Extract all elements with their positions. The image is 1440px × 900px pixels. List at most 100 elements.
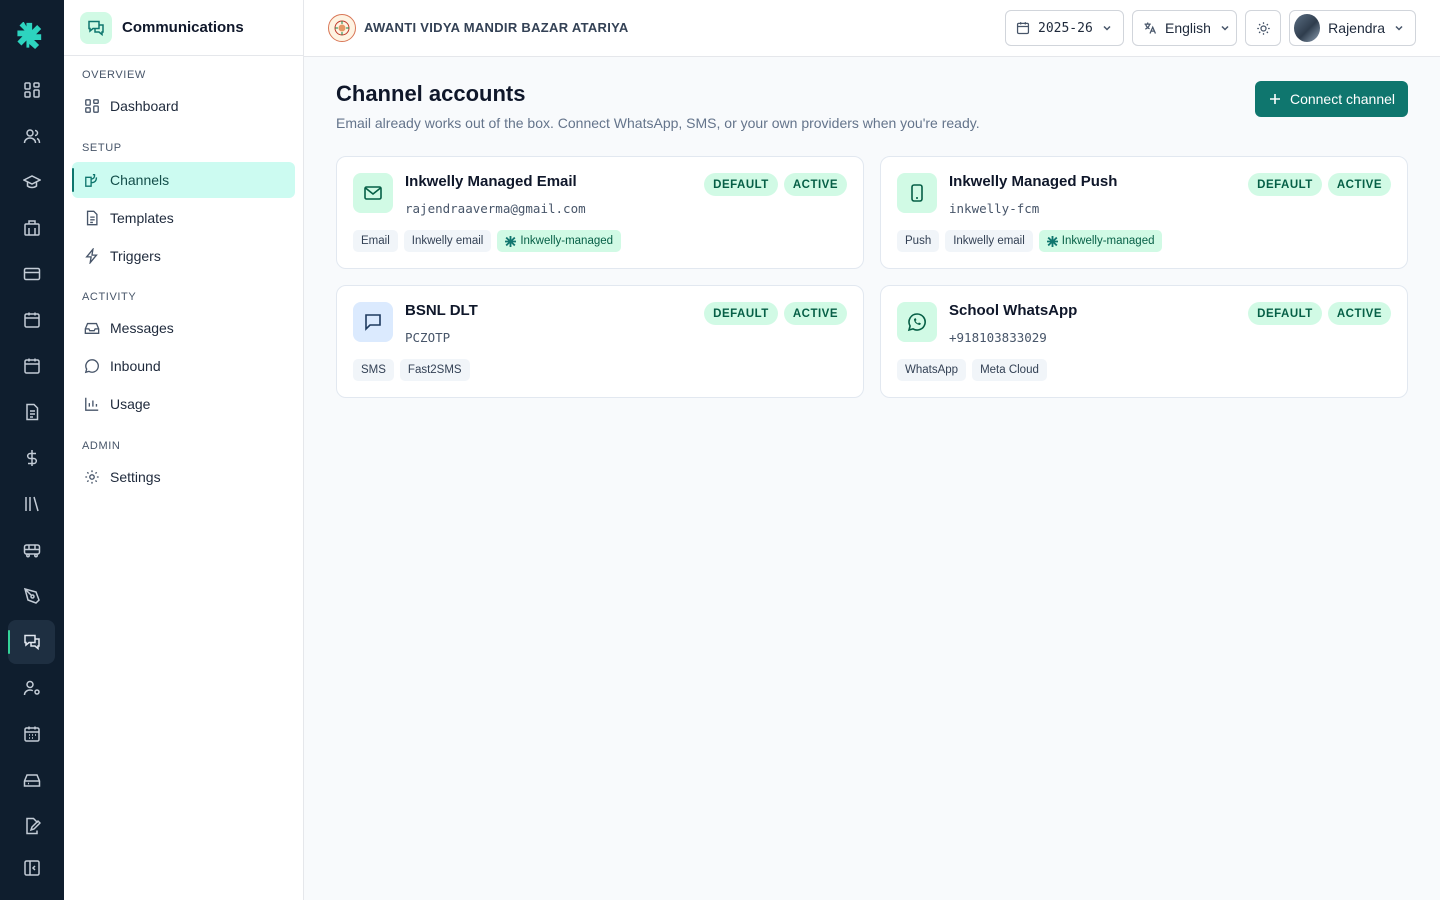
dashboard-icon	[84, 98, 100, 114]
document-icon	[84, 210, 100, 226]
provider-tag: Fast2SMS	[399, 359, 470, 381]
channel-title: Inkwelly Managed Push	[949, 173, 1118, 190]
theme-toggle[interactable]	[1245, 10, 1281, 46]
rail-calendar-alt-icon[interactable]	[8, 344, 55, 388]
sparkle-icon	[1046, 235, 1058, 247]
default-badge: DEFAULT	[704, 302, 778, 325]
channel-card[interactable]: BSNL DLT PCZOTP DEFAULT ACTIVE SMS Fast2…	[336, 285, 864, 398]
rail-graduation-cap-icon[interactable]	[8, 160, 55, 204]
sidebar-item-label: Inbound	[110, 358, 161, 374]
connect-channel-label: Connect channel	[1289, 91, 1396, 107]
sidebar-item-settings[interactable]: Settings	[72, 459, 295, 495]
plus-icon	[1268, 92, 1282, 106]
sidebar-item-label: Dashboard	[110, 98, 179, 114]
channel-type-tag: WhatsApp	[897, 359, 967, 381]
sun-icon	[1256, 21, 1271, 36]
rail-calendar-icon[interactable]	[8, 298, 55, 342]
channel-card[interactable]: School WhatsApp +918103833029 DEFAULT AC…	[880, 285, 1408, 398]
sidebar-item-label: Templates	[110, 210, 174, 226]
chat-bubble-icon	[84, 358, 100, 374]
managed-tag-label: Inkwelly-managed	[520, 235, 614, 247]
inbox-icon	[84, 320, 100, 336]
year-selector[interactable]: 2025-26	[1005, 10, 1124, 46]
top-bar: AWANTI VIDYA MANDIR BAZAR ATARIYA 2025-2…	[304, 0, 1440, 57]
chevron-down-icon	[1219, 22, 1231, 34]
sidebar-item-triggers[interactable]: Triggers	[72, 238, 295, 274]
sidebar-item-usage[interactable]: Usage	[72, 386, 295, 422]
channel-type-tag: SMS	[353, 359, 394, 381]
rail-document-icon[interactable]	[8, 390, 55, 434]
section-admin: ADMIN	[82, 440, 121, 452]
chat-icon	[80, 11, 112, 44]
channel-title: BSNL DLT	[405, 302, 478, 319]
connect-channel-button[interactable]: Connect channel	[1255, 81, 1408, 117]
sidebar-item-templates[interactable]: Templates	[72, 200, 295, 236]
bar-chart-icon	[84, 396, 100, 412]
app-logo-icon[interactable]	[16, 22, 44, 50]
rail-storage-icon[interactable]	[8, 758, 55, 802]
sidebar-item-label: Usage	[110, 396, 151, 412]
rail-dollar-icon[interactable]	[8, 436, 55, 480]
calendar-icon	[1016, 21, 1030, 35]
rail-collapse-icon[interactable]	[8, 846, 55, 890]
status-badge: ACTIVE	[783, 173, 847, 196]
section-activity: ACTIVITY	[82, 291, 137, 303]
module-header: Communications	[64, 0, 303, 56]
managed-tag-label: Inkwelly-managed	[1061, 235, 1155, 247]
rail-user-settings-icon[interactable]	[8, 666, 55, 710]
channel-address: +918103833029	[949, 330, 1047, 345]
rail-chat-icon[interactable]	[8, 620, 55, 664]
sidebar-item-label: Triggers	[110, 248, 161, 264]
avatar	[1294, 14, 1321, 42]
module-title: Communications	[122, 19, 244, 36]
default-badge: DEFAULT	[1248, 173, 1322, 196]
sidebar-item-label: Settings	[110, 469, 161, 485]
channel-address: PCZOTP	[405, 330, 451, 345]
status-badge: ACTIVE	[783, 302, 847, 325]
school-name: AWANTI VIDYA MANDIR BAZAR ATARIYA	[364, 20, 629, 35]
status-badge: ACTIVE	[1327, 173, 1391, 196]
section-overview: OVERVIEW	[82, 69, 146, 81]
module-sidebar: Communications OVERVIEW Dashboard SETUP …	[64, 0, 304, 900]
sidebar-item-messages[interactable]: Messages	[72, 310, 295, 346]
channel-type-tag: Push	[897, 230, 940, 252]
icon-rail	[0, 0, 64, 900]
rail-calendar-grid-icon[interactable]	[8, 712, 55, 756]
whatsapp-icon	[897, 302, 937, 342]
rail-building-icon[interactable]	[8, 206, 55, 250]
chevron-down-icon	[1101, 22, 1113, 34]
channel-address: rajendraaverma@gmail.com	[405, 201, 586, 216]
channel-type-tag: Email	[353, 230, 398, 252]
gear-icon	[84, 469, 100, 485]
sidebar-item-inbound[interactable]: Inbound	[72, 348, 295, 384]
rail-card-icon[interactable]	[8, 252, 55, 296]
section-setup: SETUP	[82, 142, 122, 154]
user-menu[interactable]: Rajendra	[1289, 10, 1416, 46]
rail-file-edit-icon[interactable]	[8, 804, 55, 848]
default-badge: DEFAULT	[1248, 302, 1322, 325]
status-badge: ACTIVE	[1327, 302, 1391, 325]
channel-card[interactable]: Inkwelly Managed Push inkwelly-fcm DEFAU…	[880, 156, 1408, 269]
year-value: 2025-26	[1038, 20, 1093, 36]
sidebar-item-dashboard[interactable]: Dashboard	[72, 88, 295, 124]
channel-card[interactable]: Inkwelly Managed Email rajendraaverma@gm…	[336, 156, 864, 269]
sidebar-item-channels[interactable]: Channels	[72, 162, 295, 198]
mail-icon	[353, 173, 393, 213]
rail-bus-icon[interactable]	[8, 528, 55, 572]
language-value: English	[1165, 20, 1211, 36]
rail-library-icon[interactable]	[8, 482, 55, 526]
rail-pen-tool-icon[interactable]	[8, 574, 55, 618]
provider-tag: Inkwelly email	[945, 230, 1033, 252]
sparkle-icon	[505, 235, 517, 247]
rail-people-icon[interactable]	[8, 114, 55, 158]
managed-tag: Inkwelly-managed	[1038, 230, 1163, 252]
translate-icon	[1143, 21, 1157, 35]
language-selector[interactable]: English	[1132, 10, 1237, 46]
provider-tag: Meta Cloud	[972, 359, 1047, 381]
rail-dashboard-icon[interactable]	[8, 68, 55, 112]
page-subtitle: Email already works out of the box. Conn…	[336, 115, 980, 131]
phone-icon	[897, 173, 937, 213]
user-name: Rajendra	[1328, 20, 1385, 36]
channel-title: Inkwelly Managed Email	[405, 173, 577, 190]
bolt-icon	[84, 248, 100, 264]
